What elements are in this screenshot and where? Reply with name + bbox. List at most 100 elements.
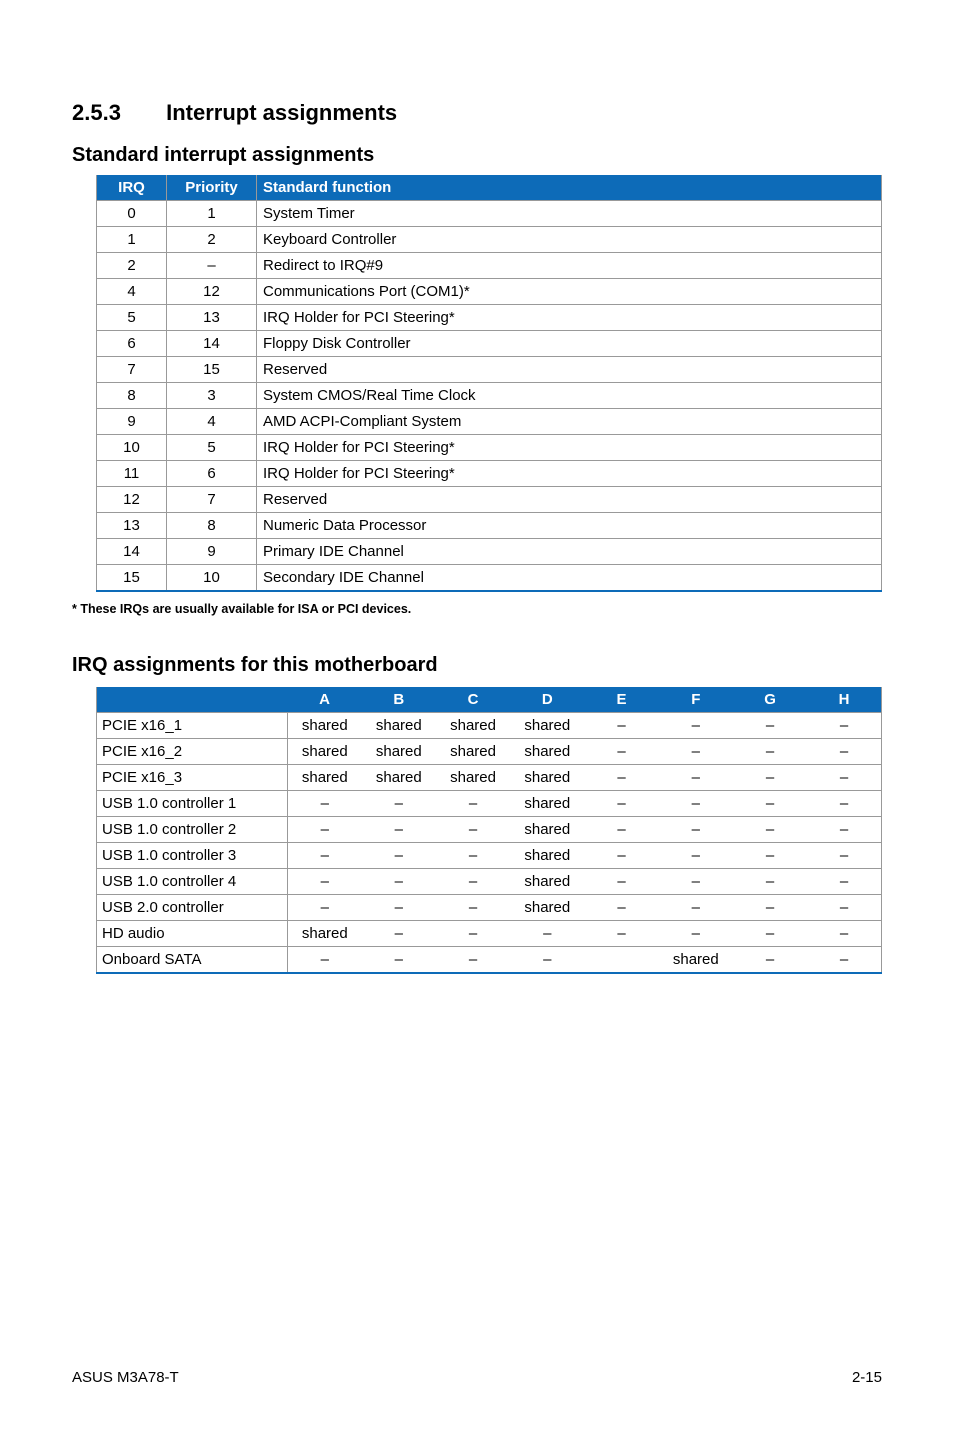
cell-value: shared	[287, 921, 361, 947]
cell-value: –	[733, 817, 807, 843]
cell-priority: 8	[167, 513, 257, 539]
cell-value: –	[733, 765, 807, 791]
cell-function: Floppy Disk Controller	[257, 331, 882, 357]
cell-irq: 15	[97, 565, 167, 592]
cell-value: –	[807, 791, 881, 817]
cell-label: USB 2.0 controller	[97, 895, 288, 921]
cell-value: –	[362, 791, 436, 817]
cell-irq: 7	[97, 357, 167, 383]
table-row: 1510Secondary IDE Channel	[97, 565, 882, 592]
cell-value: –	[733, 791, 807, 817]
table-row: USB 1.0 controller 2–––shared––––	[97, 817, 882, 843]
cell-irq: 4	[97, 279, 167, 305]
cell-value: –	[584, 765, 658, 791]
table-row: 105IRQ Holder for PCI Steering*	[97, 435, 882, 461]
cell-value: –	[733, 739, 807, 765]
cell-value: –	[584, 713, 658, 739]
cell-value: –	[659, 713, 733, 739]
table-row: USB 2.0 controller–––shared––––	[97, 895, 882, 921]
cell-label: PCIE x16_2	[97, 739, 288, 765]
cell-irq: 14	[97, 539, 167, 565]
cell-value: –	[510, 921, 584, 947]
cell-value: shared	[362, 713, 436, 739]
cell-label: USB 1.0 controller 4	[97, 869, 288, 895]
cell-function: Keyboard Controller	[257, 227, 882, 253]
table-row: PCIE x16_2sharedsharedsharedshared––––	[97, 739, 882, 765]
cell-value: –	[807, 765, 881, 791]
cell-priority: 6	[167, 461, 257, 487]
page-footer: ASUS M3A78-T 2-15	[72, 1369, 882, 1386]
cell-value: shared	[362, 739, 436, 765]
cell-value: –	[807, 817, 881, 843]
cell-function: AMD ACPI-Compliant System	[257, 409, 882, 435]
table-row: 94AMD ACPI-Compliant System	[97, 409, 882, 435]
cell-priority: 14	[167, 331, 257, 357]
cell-value: –	[807, 843, 881, 869]
table-row: HD audioshared–––––––	[97, 921, 882, 947]
irq-footnote: * These IRQs are usually available for I…	[72, 602, 882, 616]
cell-value: –	[287, 843, 361, 869]
cell-priority: 9	[167, 539, 257, 565]
cell-value: –	[659, 791, 733, 817]
cell-priority: 7	[167, 487, 257, 513]
cell-value: –	[659, 869, 733, 895]
cell-priority: 10	[167, 565, 257, 592]
cell-value: shared	[510, 791, 584, 817]
cell-function: IRQ Holder for PCI Steering*	[257, 461, 882, 487]
cell-priority: 3	[167, 383, 257, 409]
cell-value: –	[362, 921, 436, 947]
col-header-letter: F	[659, 687, 733, 713]
table-row: 12Keyboard Controller	[97, 227, 882, 253]
cell-value: shared	[287, 713, 361, 739]
cell-function: System Timer	[257, 201, 882, 227]
cell-label: PCIE x16_3	[97, 765, 288, 791]
standard-irq-table: IRQ Priority Standard function 01System …	[96, 175, 882, 592]
cell-value: –	[733, 895, 807, 921]
cell-value: shared	[287, 739, 361, 765]
cell-value: –	[659, 921, 733, 947]
cell-priority: 5	[167, 435, 257, 461]
section-heading: 2.5.3 Interrupt assignments	[72, 100, 882, 126]
cell-function: Secondary IDE Channel	[257, 565, 882, 592]
cell-value: –	[362, 947, 436, 974]
cell-value: –	[584, 739, 658, 765]
cell-value: –	[733, 947, 807, 974]
cell-value: –	[807, 739, 881, 765]
cell-value: –	[733, 713, 807, 739]
cell-value: shared	[510, 895, 584, 921]
cell-priority: –	[167, 253, 257, 279]
cell-label: USB 1.0 controller 2	[97, 817, 288, 843]
cell-value: shared	[510, 843, 584, 869]
cell-value: shared	[436, 713, 510, 739]
table-row: 513IRQ Holder for PCI Steering*	[97, 305, 882, 331]
cell-irq: 0	[97, 201, 167, 227]
cell-irq: 9	[97, 409, 167, 435]
cell-value: –	[362, 869, 436, 895]
cell-value: –	[362, 895, 436, 921]
cell-value: shared	[510, 713, 584, 739]
table-row: PCIE x16_3sharedsharedsharedshared––––	[97, 765, 882, 791]
cell-irq: 12	[97, 487, 167, 513]
cell-label: Onboard SATA	[97, 947, 288, 974]
col-header-letter: D	[510, 687, 584, 713]
cell-value: –	[287, 791, 361, 817]
col-header-letter: H	[807, 687, 881, 713]
cell-value: shared	[362, 765, 436, 791]
cell-value: –	[436, 947, 510, 974]
cell-value: –	[659, 895, 733, 921]
cell-value: –	[436, 921, 510, 947]
cell-label: HD audio	[97, 921, 288, 947]
cell-value: shared	[510, 869, 584, 895]
cell-irq: 1	[97, 227, 167, 253]
cell-irq: 2	[97, 253, 167, 279]
section-title: Interrupt assignments	[166, 100, 397, 125]
cell-value: shared	[510, 817, 584, 843]
col-header-blank	[97, 687, 288, 713]
cell-irq: 6	[97, 331, 167, 357]
cell-irq: 10	[97, 435, 167, 461]
table-row: 149Primary IDE Channel	[97, 539, 882, 565]
cell-value: shared	[510, 739, 584, 765]
cell-value: shared	[287, 765, 361, 791]
cell-value: –	[733, 869, 807, 895]
table-row: USB 1.0 controller 1–––shared––––	[97, 791, 882, 817]
